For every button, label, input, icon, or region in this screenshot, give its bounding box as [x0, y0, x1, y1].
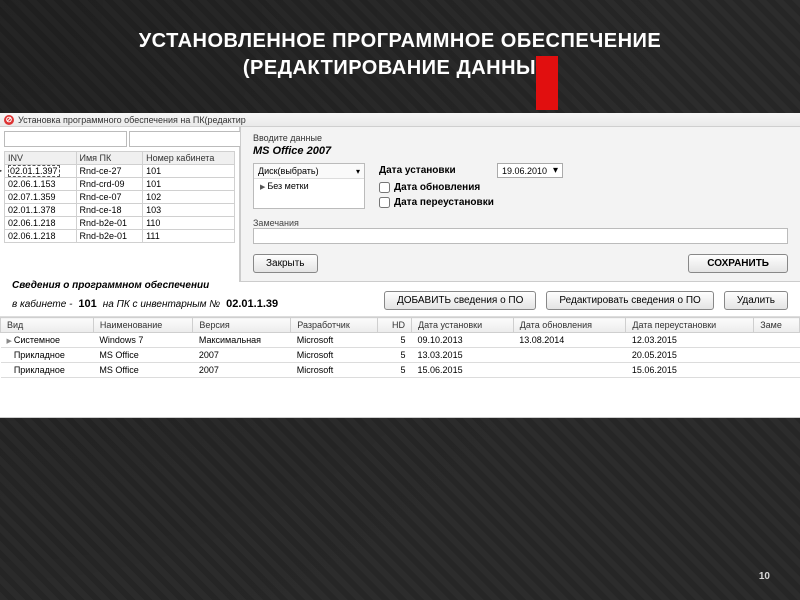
filter-row [4, 131, 235, 147]
cabinet-value: 101 [78, 298, 96, 310]
table-row[interactable]: СистемноеWindows 7МаксимальнаяMicrosoft5… [1, 333, 800, 348]
swcol-vendor[interactable]: Разработчик [291, 318, 377, 333]
stop-icon: ⊘ [4, 115, 14, 125]
slide-title: УСТАНОВЛЕННОЕ ПРОГРАММНОЕ ОБЕСПЕЧЕНИЕ (Р… [0, 0, 800, 92]
update-checkbox[interactable]: Дата обновления [379, 182, 480, 193]
col-room[interactable]: Номер кабинета [143, 152, 235, 165]
install-date-label: Дата установки [379, 165, 489, 176]
disk-selector[interactable]: Диск(выбрать) ▾ Без метки [253, 163, 365, 209]
close-button[interactable]: Закрыть [253, 254, 318, 273]
disk-header: Диск(выбрать) [258, 166, 319, 176]
pc-table[interactable]: INV Имя ПК Номер кабинета 02.01.1.397Rnd… [4, 151, 235, 243]
red-marker [536, 56, 558, 110]
update-checkbox-label: Дата обновления [394, 182, 480, 193]
pc-list-panel: INV Имя ПК Номер кабинета 02.01.1.397Rnd… [0, 127, 240, 282]
swcol-reinstall[interactable]: Дата переустановки [626, 318, 754, 333]
dialog-product: MS Office 2007 [253, 145, 788, 157]
fields-group: Дата установки 19.06.2010 ▾ Дата обновле… [379, 163, 788, 212]
table-row[interactable]: 02.01.1.378Rnd-ce-18103 [5, 204, 235, 217]
cabinet-label: в кабинете - [12, 299, 72, 310]
install-date-value: 19.06.2010 [502, 166, 547, 176]
notes-input[interactable] [253, 228, 788, 244]
col-inv[interactable]: INV [5, 152, 77, 165]
edit-dialog: Вводите данные MS Office 2007 Диск(выбра… [240, 127, 800, 282]
swcol-name[interactable]: Наименование [93, 318, 193, 333]
table-row[interactable]: 02.06.1.218Rnd-b2e-01110 [5, 217, 235, 230]
delete-software-button[interactable]: Удалить [724, 291, 788, 310]
chevron-down-icon[interactable]: ▾ [356, 167, 360, 176]
notes-label: Замечания [253, 218, 788, 228]
info-heading: Сведения о программном обеспечении [12, 280, 209, 291]
update-checkbox-input[interactable] [379, 182, 390, 193]
swcol-version[interactable]: Версия [193, 318, 291, 333]
window-title: Установка программного обеспечения на ПК… [18, 115, 246, 125]
slide-title-line1: УСТАНОВЛЕННОЕ ПРОГРАММНОЕ ОБЕСПЕЧЕНИЕ [139, 30, 662, 52]
save-button[interactable]: СОХРАНИТЬ [688, 254, 788, 273]
table-row[interactable]: ПрикладноеMS Office2007Microsoft515.06.2… [1, 363, 800, 378]
pc-inv-value: 02.01.1.39 [226, 298, 278, 310]
page-number: 10 [759, 571, 770, 582]
calendar-icon[interactable]: ▾ [553, 165, 558, 176]
info-toolbar: Сведения о программном обеспечении в каб… [0, 282, 800, 317]
table-row[interactable]: 02.07.1.359Rnd-ce-07102 [5, 191, 235, 204]
slide-title-line2: (РЕДАКТИРОВАНИЕ ДАННЫХ) [243, 57, 557, 79]
disk-value[interactable]: Без метки [254, 179, 364, 193]
software-table-empty [0, 378, 800, 418]
app-window: ⊘ Установка программного обеспечения на … [0, 113, 800, 418]
reinstall-checkbox-label: Дата переустановки [394, 197, 494, 208]
edit-software-button[interactable]: Редактировать сведения о ПО [546, 291, 713, 310]
reinstall-checkbox[interactable]: Дата переустановки [379, 197, 494, 208]
swcol-update[interactable]: Дата обновления [513, 318, 626, 333]
pc-inv-label: на ПК с инвентарным № [103, 299, 220, 310]
col-name[interactable]: Имя ПК [76, 152, 143, 165]
dialog-prompt: Вводите данные [253, 133, 788, 143]
table-row[interactable]: 02.01.1.397Rnd-ce-27101 [5, 165, 235, 178]
reinstall-checkbox-input[interactable] [379, 197, 390, 208]
swcol-hd[interactable]: HD [377, 318, 411, 333]
table-row[interactable]: ПрикладноеMS Office2007Microsoft513.03.2… [1, 348, 800, 363]
add-software-button[interactable]: ДОБАВИТЬ сведения о ПО [384, 291, 536, 310]
filter-inv[interactable] [4, 131, 127, 147]
titlebar: ⊘ Установка программного обеспечения на … [0, 113, 800, 127]
install-date-picker[interactable]: 19.06.2010 ▾ [497, 163, 563, 178]
table-row[interactable]: 02.06.1.153Rnd-crd-09101 [5, 178, 235, 191]
swcol-type[interactable]: Вид [1, 318, 94, 333]
filter-name[interactable] [129, 131, 252, 147]
software-table[interactable]: Вид Наименование Версия Разработчик HD Д… [0, 317, 800, 378]
swcol-note[interactable]: Заме [754, 318, 800, 333]
table-row[interactable]: 02.06.1.218Rnd-b2e-01111 [5, 230, 235, 243]
swcol-install[interactable]: Дата установки [412, 318, 514, 333]
